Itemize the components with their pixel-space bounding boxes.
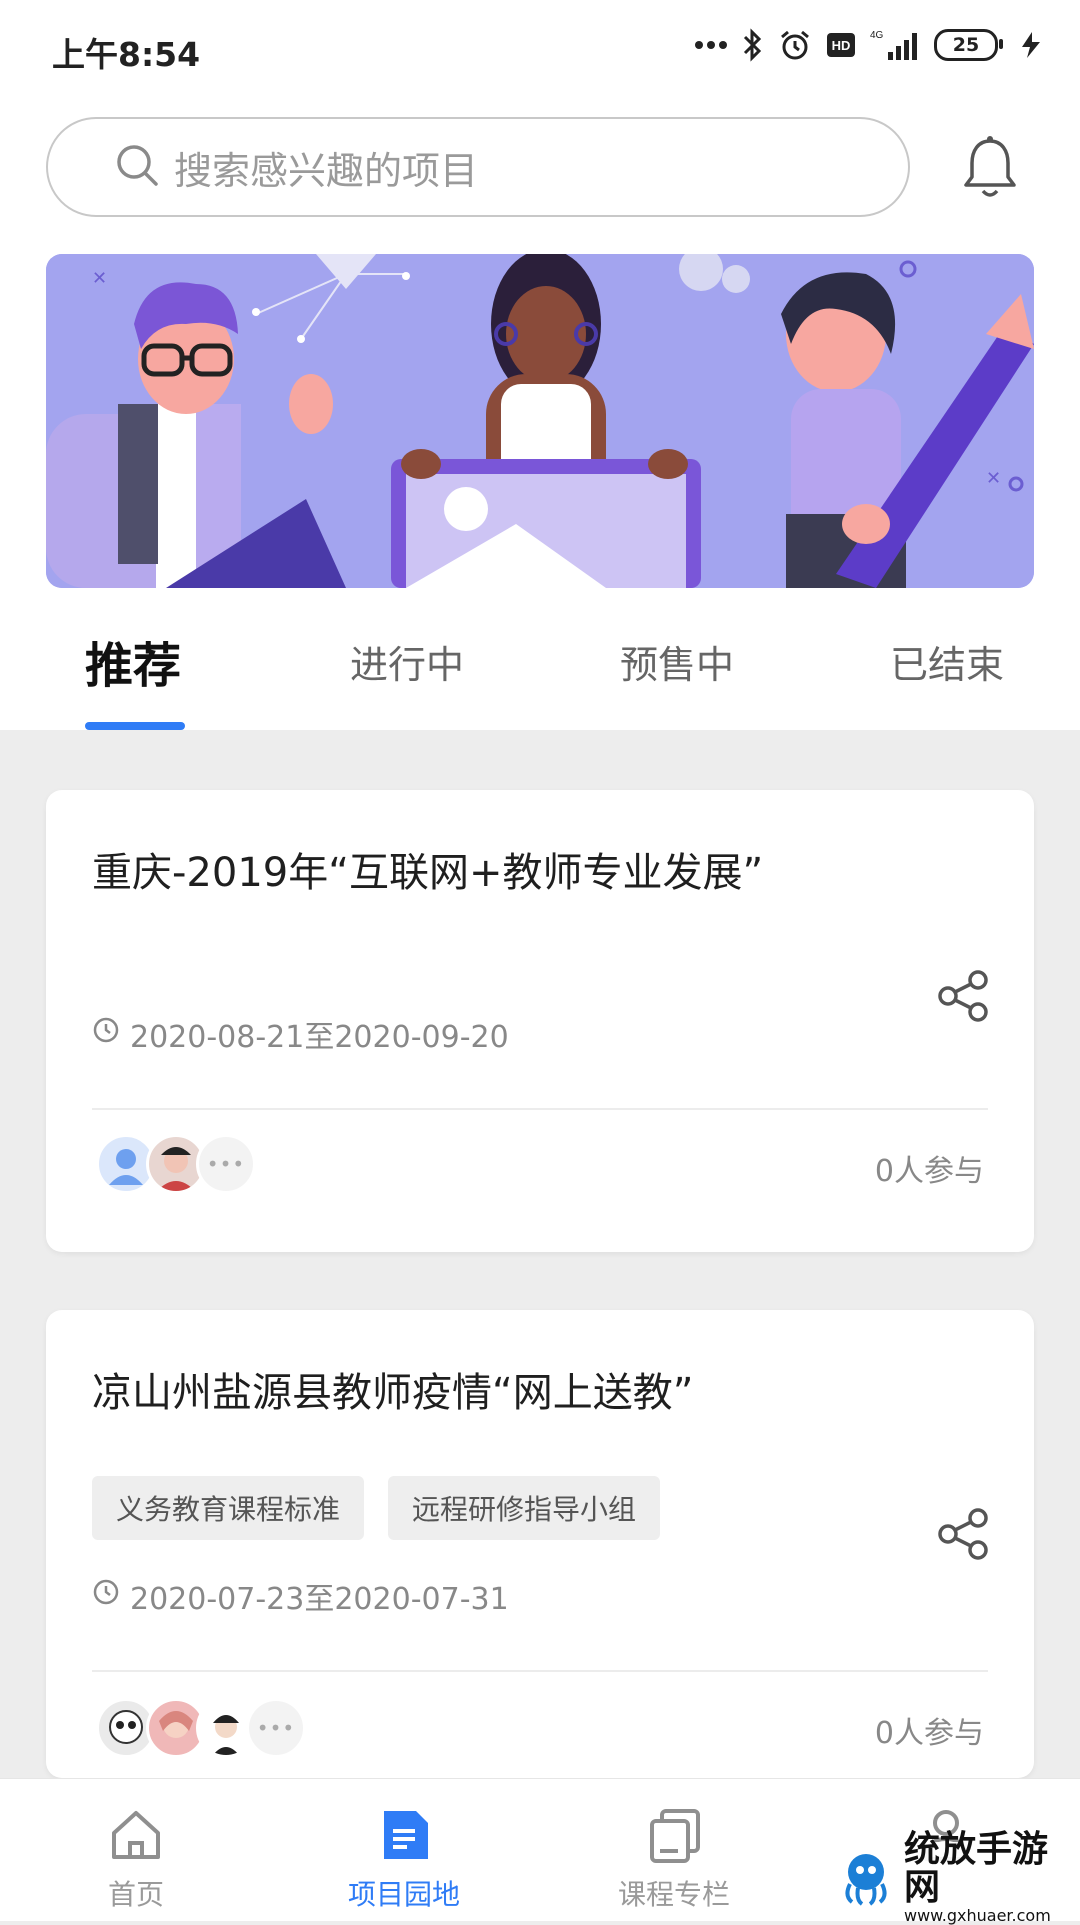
status-icons: HD 4G 25: [694, 28, 1044, 62]
svg-text:4G: 4G: [870, 30, 884, 41]
nav-project[interactable]: 项目园地: [304, 1779, 504, 1921]
tab-recommend[interactable]: 推荐: [85, 626, 181, 696]
nav-label: 课程专栏: [617, 1878, 730, 1911]
svg-text:✕: ✕: [986, 468, 1001, 489]
project-tags: 义务教育课程标准 远程研修指导小组: [92, 1476, 661, 1540]
home-icon: [106, 1805, 166, 1865]
project-tag: 义务教育课程标准: [92, 1476, 365, 1540]
card-divider: [92, 1670, 988, 1672]
date-range: 2020-07-23至2020-07-31: [92, 1574, 509, 1618]
alarm-icon: [778, 28, 812, 62]
share-icon[interactable]: [936, 1506, 992, 1562]
hd-icon: HD: [826, 32, 856, 58]
svg-text:✕: ✕: [92, 268, 107, 289]
participant-count: 0人参与: [874, 1716, 984, 1751]
bluetooth-icon: [742, 28, 764, 62]
participant-count: 0人参与: [874, 1154, 984, 1189]
project-card[interactable]: 凉山州盐源县教师疫情“网上送教” 义务教育课程标准 远程研修指导小组 2020-…: [46, 1310, 1034, 1778]
participant-avatars[interactable]: •••: [96, 1134, 256, 1194]
project-title[interactable]: 重庆-2019年“互联网+教师专业发展”: [92, 840, 763, 898]
date-text: 2020-07-23至2020-07-31: [130, 1582, 509, 1617]
nav-course[interactable]: 课程专栏: [574, 1779, 774, 1921]
banner-illustration: ✕ ✕: [46, 254, 1034, 588]
notification-bell-icon[interactable]: [958, 133, 1022, 201]
project-icon: [374, 1805, 434, 1865]
course-icon: [644, 1805, 704, 1865]
signal-icon: 4G: [870, 28, 920, 62]
search-bar[interactable]: 搜索感兴趣的项目: [46, 117, 910, 217]
participant-avatars[interactable]: •••: [96, 1698, 306, 1758]
watermark: 统放手游网 www.gxhuaer.com: [836, 1831, 1072, 1925]
nav-home[interactable]: 首页: [36, 1779, 236, 1921]
clock-icon: [92, 1016, 120, 1052]
tab-ended[interactable]: 已结束: [890, 634, 1004, 689]
active-tab-indicator: [85, 722, 185, 730]
promo-banner[interactable]: ✕ ✕: [46, 254, 1034, 588]
status-time: 上午8:54: [52, 35, 201, 74]
date-text: 2020-08-21至2020-09-20: [130, 1020, 509, 1055]
project-tag: 远程研修指导小组: [388, 1476, 661, 1540]
search-icon: [114, 142, 160, 192]
more-avatars-icon: •••: [196, 1134, 256, 1194]
search-placeholder[interactable]: 搜索感兴趣的项目: [174, 140, 478, 195]
svg-text:HD: HD: [832, 38, 851, 53]
date-range: 2020-08-21至2020-09-20: [92, 1012, 509, 1056]
watermark-url: www.gxhuaer.com: [904, 1906, 1051, 1925]
card-divider: [92, 1108, 988, 1110]
nav-label: 首页: [107, 1878, 164, 1911]
more-avatars-icon: •••: [246, 1698, 306, 1758]
watermark-name: 统放手游网: [904, 1829, 1049, 1908]
tab-in-progress[interactable]: 进行中: [350, 634, 464, 689]
project-card[interactable]: 重庆-2019年“互联网+教师专业发展” 2020-08-21至2020-09-…: [46, 790, 1034, 1252]
nav-label: 项目园地: [347, 1878, 460, 1911]
project-title[interactable]: 凉山州盐源县教师疫情“网上送教”: [92, 1360, 693, 1418]
charging-icon: [1018, 30, 1044, 60]
share-icon[interactable]: [936, 968, 992, 1024]
clock-icon: [92, 1578, 120, 1614]
battery-indicator: 25: [934, 29, 1003, 61]
more-dots-icon: [694, 40, 728, 50]
octopus-logo-icon: [836, 1846, 896, 1910]
tab-presale[interactable]: 预售中: [620, 634, 734, 689]
status-bar: 上午8:54 HD 4G 25: [0, 0, 1080, 100]
tab-bar: 推荐 进行中 预售中 已结束: [0, 620, 1080, 730]
